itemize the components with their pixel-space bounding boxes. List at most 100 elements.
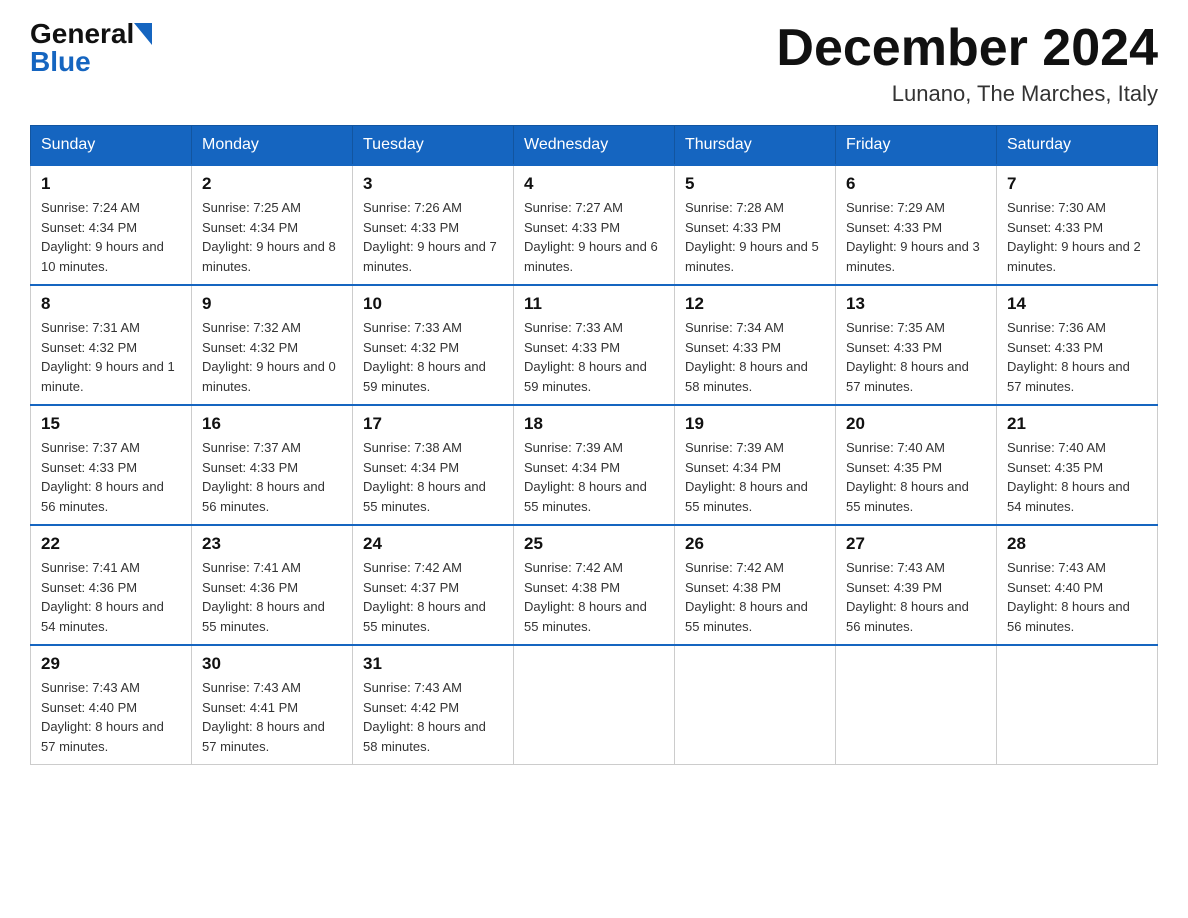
table-row: 31 Sunrise: 7:43 AMSunset: 4:42 PMDaylig… [353, 645, 514, 765]
day-info: Sunrise: 7:27 AMSunset: 4:33 PMDaylight:… [524, 198, 664, 276]
week-row-5: 29 Sunrise: 7:43 AMSunset: 4:40 PMDaylig… [31, 645, 1158, 765]
day-info: Sunrise: 7:41 AMSunset: 4:36 PMDaylight:… [41, 558, 181, 636]
table-row: 20 Sunrise: 7:40 AMSunset: 4:35 PMDaylig… [836, 405, 997, 525]
table-row: 12 Sunrise: 7:34 AMSunset: 4:33 PMDaylig… [675, 285, 836, 405]
day-info: Sunrise: 7:39 AMSunset: 4:34 PMDaylight:… [524, 438, 664, 516]
day-info: Sunrise: 7:37 AMSunset: 4:33 PMDaylight:… [41, 438, 181, 516]
day-number: 24 [363, 534, 503, 554]
table-row [514, 645, 675, 765]
day-number: 25 [524, 534, 664, 554]
day-info: Sunrise: 7:42 AMSunset: 4:37 PMDaylight:… [363, 558, 503, 636]
table-row: 25 Sunrise: 7:42 AMSunset: 4:38 PMDaylig… [514, 525, 675, 645]
table-row: 15 Sunrise: 7:37 AMSunset: 4:33 PMDaylig… [31, 405, 192, 525]
day-info: Sunrise: 7:43 AMSunset: 4:42 PMDaylight:… [363, 678, 503, 756]
day-info: Sunrise: 7:31 AMSunset: 4:32 PMDaylight:… [41, 318, 181, 396]
day-number: 11 [524, 294, 664, 314]
day-info: Sunrise: 7:43 AMSunset: 4:40 PMDaylight:… [41, 678, 181, 756]
table-row: 13 Sunrise: 7:35 AMSunset: 4:33 PMDaylig… [836, 285, 997, 405]
day-number: 19 [685, 414, 825, 434]
day-number: 4 [524, 174, 664, 194]
table-row: 2 Sunrise: 7:25 AMSunset: 4:34 PMDayligh… [192, 165, 353, 285]
day-info: Sunrise: 7:37 AMSunset: 4:33 PMDaylight:… [202, 438, 342, 516]
day-info: Sunrise: 7:30 AMSunset: 4:33 PMDaylight:… [1007, 198, 1147, 276]
table-row: 8 Sunrise: 7:31 AMSunset: 4:32 PMDayligh… [31, 285, 192, 405]
day-info: Sunrise: 7:26 AMSunset: 4:33 PMDaylight:… [363, 198, 503, 276]
day-info: Sunrise: 7:35 AMSunset: 4:33 PMDaylight:… [846, 318, 986, 396]
week-row-1: 1 Sunrise: 7:24 AMSunset: 4:34 PMDayligh… [31, 165, 1158, 285]
table-row: 28 Sunrise: 7:43 AMSunset: 4:40 PMDaylig… [997, 525, 1158, 645]
logo-arrow-icon [134, 23, 152, 45]
day-info: Sunrise: 7:25 AMSunset: 4:34 PMDaylight:… [202, 198, 342, 276]
day-number: 6 [846, 174, 986, 194]
table-row: 22 Sunrise: 7:41 AMSunset: 4:36 PMDaylig… [31, 525, 192, 645]
location: Lunano, The Marches, Italy [776, 81, 1158, 107]
day-number: 8 [41, 294, 181, 314]
table-row: 30 Sunrise: 7:43 AMSunset: 4:41 PMDaylig… [192, 645, 353, 765]
day-number: 20 [846, 414, 986, 434]
header-tuesday: Tuesday [353, 126, 514, 166]
header-thursday: Thursday [675, 126, 836, 166]
table-row: 10 Sunrise: 7:33 AMSunset: 4:32 PMDaylig… [353, 285, 514, 405]
header-monday: Monday [192, 126, 353, 166]
day-number: 10 [363, 294, 503, 314]
day-number: 13 [846, 294, 986, 314]
day-info: Sunrise: 7:39 AMSunset: 4:34 PMDaylight:… [685, 438, 825, 516]
logo: General Blue [30, 20, 154, 76]
day-number: 14 [1007, 294, 1147, 314]
table-row: 9 Sunrise: 7:32 AMSunset: 4:32 PMDayligh… [192, 285, 353, 405]
day-number: 29 [41, 654, 181, 674]
day-info: Sunrise: 7:43 AMSunset: 4:41 PMDaylight:… [202, 678, 342, 756]
day-info: Sunrise: 7:33 AMSunset: 4:32 PMDaylight:… [363, 318, 503, 396]
day-info: Sunrise: 7:33 AMSunset: 4:33 PMDaylight:… [524, 318, 664, 396]
header-friday: Friday [836, 126, 997, 166]
table-row: 19 Sunrise: 7:39 AMSunset: 4:34 PMDaylig… [675, 405, 836, 525]
table-row: 3 Sunrise: 7:26 AMSunset: 4:33 PMDayligh… [353, 165, 514, 285]
day-info: Sunrise: 7:24 AMSunset: 4:34 PMDaylight:… [41, 198, 181, 276]
day-info: Sunrise: 7:29 AMSunset: 4:33 PMDaylight:… [846, 198, 986, 276]
day-number: 28 [1007, 534, 1147, 554]
table-row: 1 Sunrise: 7:24 AMSunset: 4:34 PMDayligh… [31, 165, 192, 285]
table-row: 6 Sunrise: 7:29 AMSunset: 4:33 PMDayligh… [836, 165, 997, 285]
day-number: 18 [524, 414, 664, 434]
table-row: 26 Sunrise: 7:42 AMSunset: 4:38 PMDaylig… [675, 525, 836, 645]
weekday-header-row: Sunday Monday Tuesday Wednesday Thursday… [31, 126, 1158, 166]
day-info: Sunrise: 7:41 AMSunset: 4:36 PMDaylight:… [202, 558, 342, 636]
day-info: Sunrise: 7:43 AMSunset: 4:40 PMDaylight:… [1007, 558, 1147, 636]
table-row: 14 Sunrise: 7:36 AMSunset: 4:33 PMDaylig… [997, 285, 1158, 405]
table-row: 11 Sunrise: 7:33 AMSunset: 4:33 PMDaylig… [514, 285, 675, 405]
table-row: 7 Sunrise: 7:30 AMSunset: 4:33 PMDayligh… [997, 165, 1158, 285]
day-number: 26 [685, 534, 825, 554]
day-number: 12 [685, 294, 825, 314]
table-row: 27 Sunrise: 7:43 AMSunset: 4:39 PMDaylig… [836, 525, 997, 645]
day-number: 2 [202, 174, 342, 194]
day-info: Sunrise: 7:43 AMSunset: 4:39 PMDaylight:… [846, 558, 986, 636]
table-row: 4 Sunrise: 7:27 AMSunset: 4:33 PMDayligh… [514, 165, 675, 285]
logo-general-text: General [30, 20, 134, 48]
table-row: 24 Sunrise: 7:42 AMSunset: 4:37 PMDaylig… [353, 525, 514, 645]
table-row: 18 Sunrise: 7:39 AMSunset: 4:34 PMDaylig… [514, 405, 675, 525]
day-number: 7 [1007, 174, 1147, 194]
day-number: 27 [846, 534, 986, 554]
day-number: 15 [41, 414, 181, 434]
week-row-2: 8 Sunrise: 7:31 AMSunset: 4:32 PMDayligh… [31, 285, 1158, 405]
day-info: Sunrise: 7:36 AMSunset: 4:33 PMDaylight:… [1007, 318, 1147, 396]
day-number: 9 [202, 294, 342, 314]
table-row: 23 Sunrise: 7:41 AMSunset: 4:36 PMDaylig… [192, 525, 353, 645]
day-number: 22 [41, 534, 181, 554]
table-row: 29 Sunrise: 7:43 AMSunset: 4:40 PMDaylig… [31, 645, 192, 765]
day-number: 1 [41, 174, 181, 194]
calendar-table: Sunday Monday Tuesday Wednesday Thursday… [30, 125, 1158, 765]
day-info: Sunrise: 7:40 AMSunset: 4:35 PMDaylight:… [1007, 438, 1147, 516]
header-wednesday: Wednesday [514, 126, 675, 166]
day-info: Sunrise: 7:28 AMSunset: 4:33 PMDaylight:… [685, 198, 825, 276]
title-area: December 2024 Lunano, The Marches, Italy [776, 20, 1158, 107]
week-row-3: 15 Sunrise: 7:37 AMSunset: 4:33 PMDaylig… [31, 405, 1158, 525]
day-number: 23 [202, 534, 342, 554]
day-info: Sunrise: 7:40 AMSunset: 4:35 PMDaylight:… [846, 438, 986, 516]
day-number: 16 [202, 414, 342, 434]
table-row: 17 Sunrise: 7:38 AMSunset: 4:34 PMDaylig… [353, 405, 514, 525]
day-number: 21 [1007, 414, 1147, 434]
header-sunday: Sunday [31, 126, 192, 166]
day-number: 5 [685, 174, 825, 194]
page-header: General Blue December 2024 Lunano, The M… [30, 20, 1158, 107]
